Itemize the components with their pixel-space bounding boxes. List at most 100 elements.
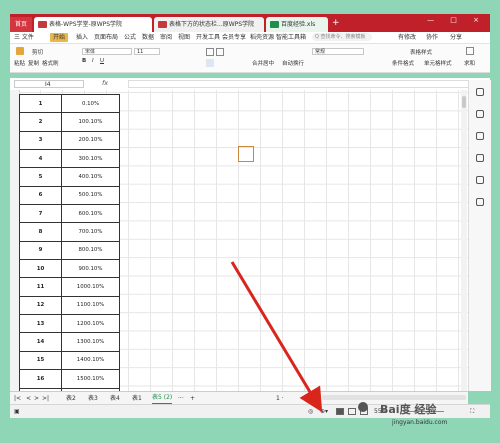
menu-developer[interactable]: 开发工具 [196,32,220,43]
cell-percent[interactable]: 1000.10% [61,277,120,297]
cell-percent[interactable]: 500.10% [61,185,120,206]
format-painter-button[interactable]: 格式刷 [42,59,59,67]
tab-wps-academy-2[interactable]: 表格下方的状态栏...原WPS学院 [154,17,264,32]
cell-index[interactable]: 4 [19,149,62,169]
italic-button[interactable]: I [92,58,94,64]
cell-index[interactable]: 15 [19,350,62,371]
fx-icon[interactable]: fx [102,79,108,87]
menu-modified[interactable]: 有修改 [398,32,416,43]
sheet-tab-active[interactable]: 表5 (2) [152,392,173,404]
font-size-select[interactable]: 11 [134,48,160,55]
tab-wps-academy-1[interactable]: 表格-WPS学堂-原WPS学院 [34,17,152,32]
cell-percent[interactable]: 1400.10% [61,350,120,371]
menu-view[interactable]: 视图 [178,32,190,43]
underline-button[interactable]: U [100,58,104,64]
menu-review[interactable]: 审阅 [160,32,172,43]
cell-index[interactable]: 12 [19,295,62,316]
table-style-button[interactable]: 表格样式 [410,48,432,56]
baidu-site: jingyan.baidu.com [392,419,448,426]
cell-index[interactable]: 13 [19,314,62,334]
menu-insert[interactable]: 插入 [76,32,88,43]
cell-index[interactable]: 9 [19,240,62,261]
menu-data[interactable]: 数据 [142,32,154,43]
menu-page-layout[interactable]: 页面布局 [94,32,118,43]
menu-file[interactable]: 三 文件 [14,32,34,43]
menu-docer[interactable]: 稻壳资源 [250,32,274,43]
sidebar-tool-icon[interactable] [476,198,484,206]
cell-index[interactable]: 11 [19,277,62,297]
cell-index[interactable]: 2 [19,112,62,132]
menu-member[interactable]: 会员专享 [222,32,246,43]
cell-index[interactable]: 16 [19,369,62,389]
menu-smart-tools[interactable]: 智能工具箱 [276,32,306,43]
horizontal-scrollbar[interactable] [322,395,466,400]
table-row: 8 700.10% [19,222,120,242]
cell-index[interactable]: 7 [19,204,62,224]
table-row: 1 0.10% [19,93,120,114]
tab-spreadsheet[interactable]: 百度经验.xls [266,17,328,32]
name-box[interactable]: I4 [14,80,84,88]
cell-percent[interactable]: 1300.10% [61,332,120,352]
cell-percent[interactable]: 1500.10% [61,369,120,389]
cell-index[interactable]: 8 [19,222,62,242]
sidebar-tool-icon[interactable] [476,154,484,162]
sheet-grid[interactable]: 1 0.10% 2 100.10% 3 200.10% 4 300.10% 5 400.10% 6 5… [10,90,468,391]
command-search-input[interactable]: Q 查找命令、搜索模板 [312,33,372,41]
new-tab-button[interactable]: + [332,17,340,30]
cell-percent[interactable]: 0.10% [61,93,120,114]
page-layout-view-icon[interactable] [348,408,356,415]
cell-percent[interactable]: 600.10% [61,204,120,224]
cell-index[interactable]: 14 [19,332,62,352]
menu-start[interactable]: 开始 [50,33,69,42]
menu-share[interactable]: 分享 [450,32,462,43]
sidebar-tool-icon[interactable] [476,88,484,96]
cell-percent[interactable]: 400.10% [61,167,120,187]
font-select[interactable]: 宋体 [82,48,132,55]
merge-center-button[interactable]: 合并居中 [252,59,274,67]
paste-icon[interactable] [16,47,24,55]
cell-percent[interactable]: 900.10% [61,259,120,279]
fullscreen-icon[interactable]: ⛶ [470,405,474,418]
cell-percent[interactable]: 1200.10% [61,314,120,334]
cell-percent[interactable]: 700.10% [61,222,120,242]
vertical-scroll-thumb[interactable] [462,96,466,108]
cut-button[interactable]: 剪切 [32,48,43,56]
tab-home[interactable]: 首页 [10,17,32,32]
cell-percent[interactable]: 200.10% [61,130,120,151]
bold-button[interactable]: B [82,58,86,64]
align-middle-icon[interactable] [216,48,224,56]
cell-index[interactable]: 10 [19,259,62,279]
cell-percent[interactable]: 300.10% [61,149,120,169]
cell-style-button[interactable]: 单元格样式 [424,59,452,67]
eye-protect-icon[interactable]: ◎ [308,405,313,418]
sum-icon[interactable] [466,47,474,55]
cell-index[interactable]: 6 [19,185,62,206]
sidebar-tool-icon[interactable] [476,110,484,118]
cond-format-button[interactable]: 条件格式 [392,59,414,67]
cell-percent[interactable]: 1100.10% [61,295,120,316]
cell-index[interactable]: 1 [19,93,62,114]
menu-collaborate[interactable]: 协作 [426,32,438,43]
cell-index[interactable]: 5 [19,167,62,187]
display-mode-icon[interactable]: ⊕▾ [320,405,328,418]
normal-view-icon[interactable] [336,408,344,415]
sidebar-tool-icon[interactable] [476,132,484,140]
cell-percent[interactable]: 100.10% [61,112,120,132]
menu-formula[interactable]: 公式 [124,32,136,43]
tab-label: 表格下方的状态栏...原WPS学院 [169,21,255,28]
align-top-icon[interactable] [206,48,214,56]
number-format-select[interactable]: 常规 [312,48,364,55]
align-center-icon[interactable] [206,59,214,67]
cell-index[interactable]: 3 [19,130,62,151]
macro-icon[interactable]: ▣ [14,405,20,418]
formula-input[interactable] [128,80,478,88]
cell-percent[interactable]: 800.10% [61,240,120,261]
vertical-scrollbar[interactable] [461,90,467,391]
copy-button[interactable]: 复制 [28,59,39,67]
window-controls[interactable]: — □ × [427,16,486,24]
sum-button[interactable]: 求和 [464,59,475,67]
wrap-text-button[interactable]: 自动换行 [282,59,304,67]
sidebar-tool-icon[interactable] [476,176,484,184]
selected-cell[interactable] [238,146,254,162]
paste-label[interactable]: 粘贴 [14,59,25,67]
